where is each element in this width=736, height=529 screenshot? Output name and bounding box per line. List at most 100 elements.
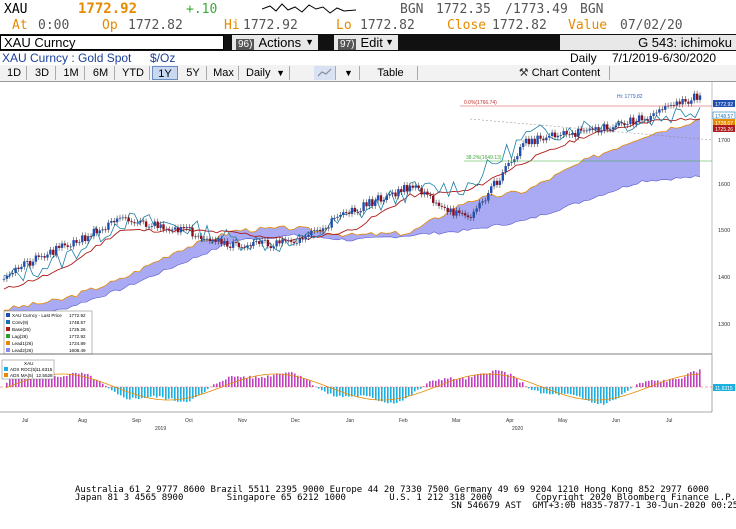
- chart-content-button[interactable]: ⚒ Chart Content: [510, 66, 610, 80]
- candle-body: [81, 235, 84, 243]
- actions-menu[interactable]: 96) Actions ▼: [232, 35, 318, 50]
- candle-body: [420, 187, 423, 195]
- candle-body: [606, 124, 609, 130]
- range-1m-button[interactable]: 1M: [58, 66, 85, 80]
- candle-body: [342, 212, 345, 215]
- adx-bar: [429, 381, 431, 387]
- value-date: 07/02/20: [620, 18, 683, 33]
- candle-body: [104, 229, 107, 231]
- adx-bar: [297, 375, 299, 387]
- candle-body: [640, 115, 644, 121]
- candle-body: [562, 131, 565, 135]
- ticker-bar: XAU 1772.92 +.10 BGN 1772.35 / 1773.49 B…: [0, 0, 736, 34]
- adx-bar: [201, 387, 203, 394]
- range-ytd-button[interactable]: YTD: [117, 66, 150, 80]
- candle-body: [66, 245, 69, 247]
- candle-body: [501, 172, 504, 181]
- adx-bar: [618, 387, 620, 398]
- range-5y-button[interactable]: 5Y: [180, 66, 207, 80]
- adx-bar: [456, 379, 458, 387]
- candle-body: [55, 245, 58, 255]
- candle-body: [684, 98, 687, 102]
- candle-body: [147, 226, 151, 228]
- candle-body: [220, 238, 223, 244]
- adx-bar: [198, 387, 200, 396]
- candle-body: [550, 132, 554, 137]
- adx-bar: [594, 387, 596, 403]
- candle-body: [365, 202, 368, 207]
- candle-body: [34, 255, 38, 262]
- candle-body: [72, 240, 75, 247]
- adx-bar: [327, 387, 329, 394]
- candle-body: [223, 241, 226, 244]
- adx-bar: [102, 383, 104, 387]
- candle-body: [553, 132, 557, 138]
- adx-bar: [672, 378, 674, 387]
- candle-body: [568, 134, 571, 136]
- candle-body: [400, 189, 403, 192]
- candle-body: [432, 195, 435, 203]
- adx-bar: [642, 382, 644, 387]
- edit-menu[interactable]: 97) Edit ▼: [334, 35, 398, 50]
- adx-bar: [654, 380, 656, 387]
- chart-legend: XAU Curncy - Last Price 1772.92 Conv(9) …: [3, 310, 93, 355]
- candle-body: [646, 119, 649, 121]
- adx-bar: [372, 387, 374, 398]
- candle-body: [350, 207, 354, 214]
- candle-body: [191, 227, 194, 237]
- actions-number: 96): [236, 39, 255, 50]
- sparkline-icon: [262, 3, 357, 14]
- chart-type-select[interactable]: ▼: [338, 66, 360, 80]
- range-6m-button[interactable]: 6M: [87, 66, 115, 80]
- range-max-button[interactable]: Max: [209, 66, 239, 80]
- candle-body: [637, 115, 641, 122]
- candle-body: [284, 239, 287, 241]
- line-chart-icon[interactable]: [314, 66, 336, 80]
- candle-body: [443, 206, 446, 208]
- range-1d-button[interactable]: 1D: [2, 66, 27, 80]
- adx-bar: [408, 387, 410, 396]
- candle-body: [339, 214, 342, 217]
- security-field[interactable]: XAU Curncy: [0, 35, 224, 50]
- table-button[interactable]: Table: [364, 66, 418, 80]
- hi-value: 1772.92: [243, 18, 298, 33]
- adx-bar: [432, 380, 434, 387]
- adx-bar: [450, 377, 452, 387]
- legend-label-lead1: Lead1(26): [12, 341, 33, 346]
- range-1y-button[interactable]: 1Y: [152, 66, 178, 80]
- range-3d-button[interactable]: 3D: [29, 66, 56, 80]
- candle-body: [2, 278, 6, 280]
- candle-body: [200, 235, 203, 239]
- candle-body: [536, 135, 539, 145]
- adx-bar: [537, 387, 539, 391]
- x-tick-nov: Nov: [238, 418, 247, 424]
- candle-body: [139, 220, 142, 223]
- at-value: 0:00: [38, 18, 70, 33]
- candle-body: [321, 228, 325, 232]
- ichimoku-chart[interactable]: 0.0%(1766.74) 38.2%(1649.13) Hi: 1779.82…: [0, 82, 736, 486]
- ticker-last: 1772.92: [78, 1, 138, 17]
- adx-bar: [471, 377, 473, 387]
- candle-body: [28, 261, 32, 266]
- adx-bar: [681, 378, 683, 387]
- candle-body: [437, 202, 441, 206]
- candle-body: [629, 117, 632, 125]
- adx-bar: [306, 379, 308, 387]
- adx-bar: [294, 373, 296, 387]
- candle-body: [426, 191, 429, 195]
- edit-number: 97): [338, 39, 357, 50]
- candle-body: [574, 133, 577, 137]
- adx-bar: [504, 372, 506, 387]
- candle-body: [260, 240, 264, 244]
- ticker-symbol[interactable]: XAU: [4, 2, 27, 17]
- candle-body: [275, 240, 278, 247]
- candle-body: [272, 246, 275, 249]
- adx-bar: [81, 372, 83, 387]
- frequency-select[interactable]: Daily ▼: [242, 66, 290, 80]
- adx-bar: [348, 387, 350, 397]
- candle-body: [182, 226, 185, 229]
- adx-bar: [666, 381, 668, 387]
- candle-body: [159, 224, 162, 228]
- candle-body: [620, 122, 623, 124]
- candle-body: [46, 254, 49, 258]
